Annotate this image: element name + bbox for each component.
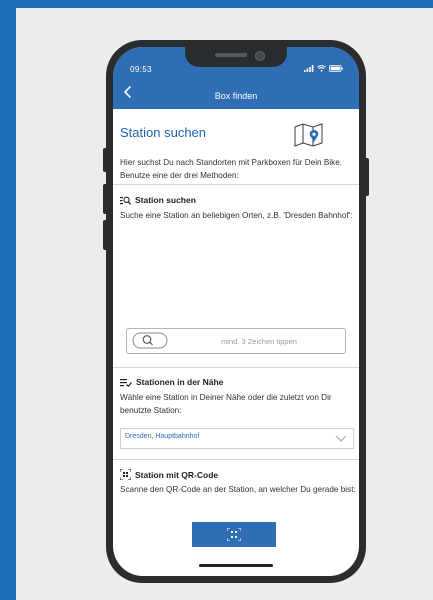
search-section-title-text: Station suchen	[135, 195, 196, 205]
app-header: 09:53 Box finden	[113, 47, 359, 109]
phone-notch	[185, 47, 287, 67]
station-select-value: Dresden, Hauptbahnhof	[125, 433, 200, 440]
header-title: Box finden	[214, 91, 258, 101]
phone-screen: 09:53 Box finden Station suchen Hier suc…	[113, 47, 359, 576]
battery-icon	[329, 65, 343, 72]
map-pin-icon	[294, 123, 323, 147]
qr-scan-icon	[227, 528, 241, 541]
qr-section-title-text: Station mit QR-Code	[135, 469, 219, 480]
main-content: Station suchen Hier suchst Du nach Stand…	[113, 109, 359, 494]
qr-section-text: Scanne den QR-Code an der Station, an we…	[120, 485, 356, 494]
page-title: Station suchen	[120, 125, 207, 140]
list-check-icon	[120, 378, 132, 387]
nearby-section-title: Stationen in der Nähe	[120, 377, 223, 387]
search-section-title: Station suchen	[120, 195, 196, 205]
search-icon	[132, 332, 168, 349]
phone-device: 09:53 Box finden Station suchen Hier suc…	[106, 40, 366, 583]
front-camera	[255, 51, 265, 61]
status-time: 09:53	[130, 65, 153, 74]
status-icons	[304, 65, 343, 72]
qr-code-icon	[120, 469, 131, 480]
nearby-section-title-text: Stationen in der Nähe	[136, 377, 224, 387]
wifi-icon	[317, 65, 326, 72]
divider	[113, 459, 359, 460]
title-row: Station suchen	[113, 109, 359, 151]
background-frame-top	[0, 0, 433, 8]
nearby-section-text: Wähle eine Station in Deiner Nähe oder d…	[120, 393, 332, 415]
home-indicator	[199, 564, 273, 567]
background-frame-left	[0, 0, 16, 600]
divider	[113, 367, 359, 368]
search-list-icon	[120, 196, 131, 205]
scan-qr-button[interactable]	[192, 522, 276, 547]
search-input[interactable]	[169, 329, 343, 353]
search-section-text: Suche eine Station an beliebigen Orten, …	[120, 211, 353, 220]
intro-text: Hier suchst Du nach Standorten mit Parkb…	[120, 158, 343, 180]
speaker	[215, 53, 247, 57]
chevron-down-icon	[335, 435, 347, 442]
signal-icon	[304, 65, 314, 72]
divider	[113, 184, 359, 185]
qr-section-title: Station mit QR-Code	[120, 469, 218, 480]
station-search-box[interactable]	[126, 328, 346, 354]
station-select-box[interactable]: Dresden, Hauptbahnhof	[120, 428, 354, 449]
